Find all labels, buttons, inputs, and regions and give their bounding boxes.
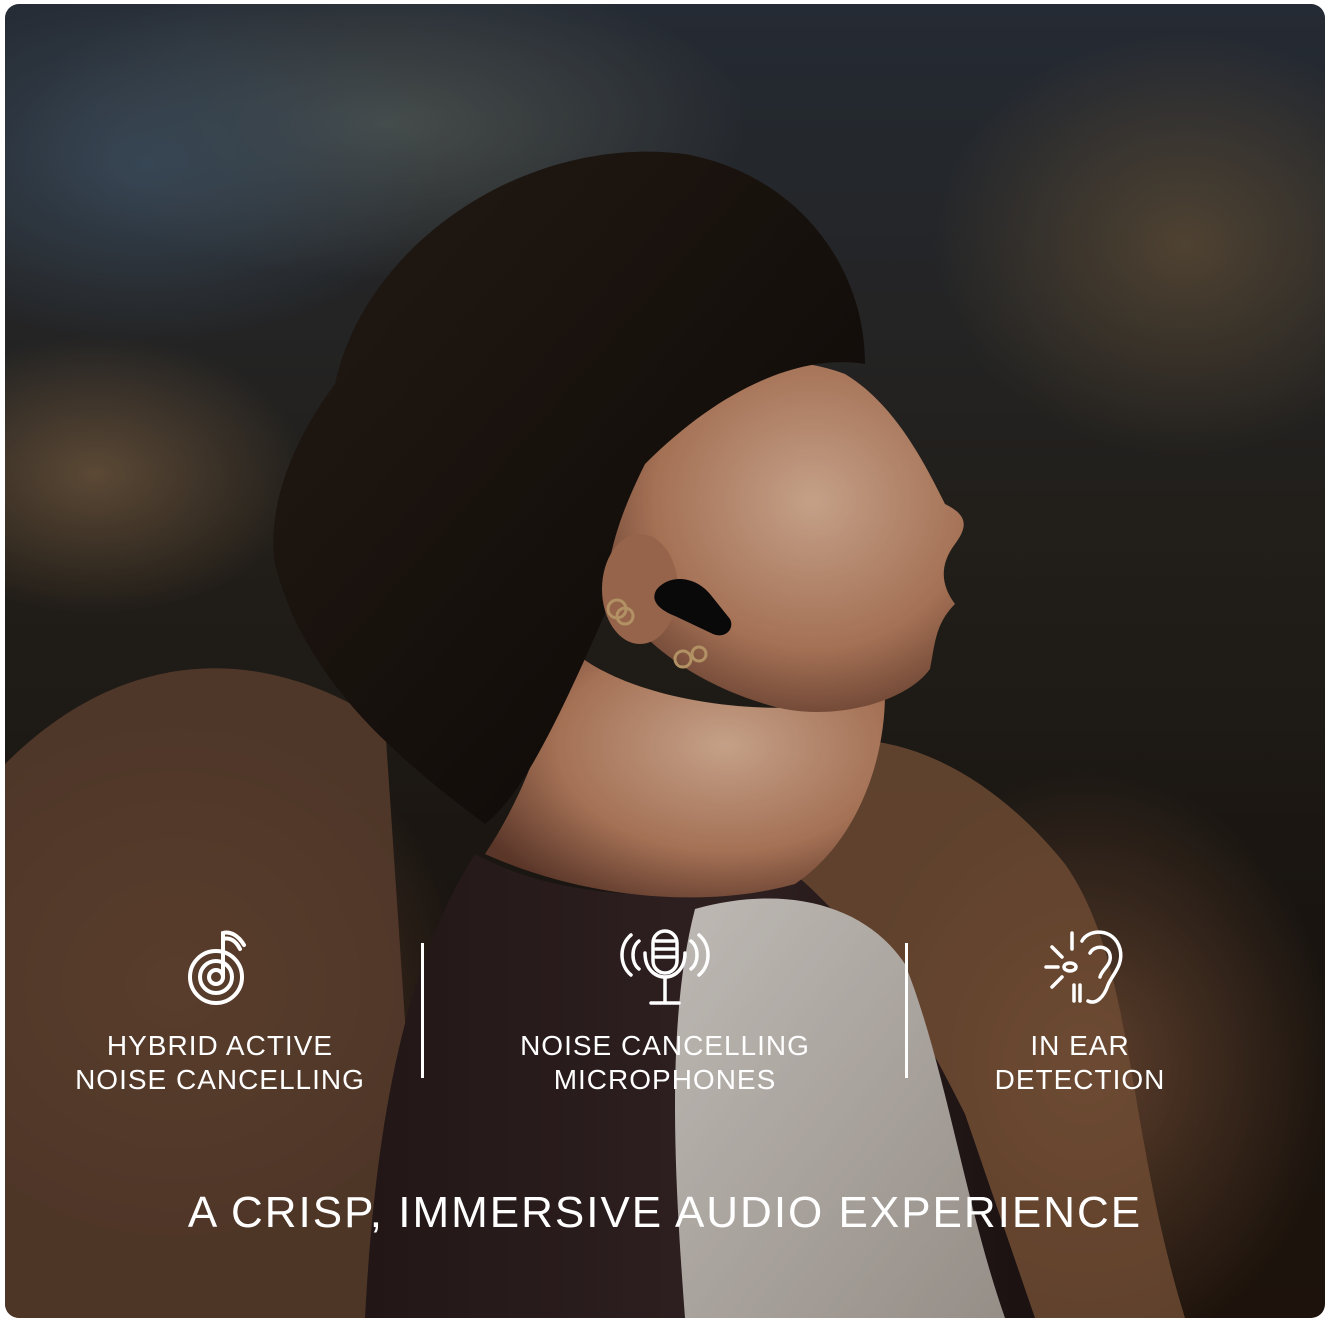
microphone-icon — [615, 919, 715, 1019]
feature-divider — [421, 943, 424, 1078]
feature-row: HYBRID ACTIVE NOISE CANCELLING NOISE CAN… — [5, 919, 1325, 1109]
feature-label-in-ear-detection: IN EAR DETECTION — [994, 1030, 1166, 1095]
headline: A CRISP, IMMERSIVE AUDIO EXPERIENCE — [187, 1188, 1143, 1237]
feature-hybrid-anc: HYBRID ACTIVE NOISE CANCELLING — [30, 919, 410, 1109]
lifestyle-photo — [5, 4, 1325, 1318]
feature-label-noise-mics: NOISE CANCELLING MICROPHONES — [520, 1030, 810, 1095]
feature-in-ear-detection: IN EAR DETECTION — [890, 919, 1270, 1109]
product-image-frame: HYBRID ACTIVE NOISE CANCELLING NOISE CAN… — [5, 4, 1325, 1318]
music-note-icon — [170, 919, 270, 1019]
feature-label-hybrid-anc: HYBRID ACTIVE NOISE CANCELLING — [75, 1030, 365, 1095]
feature-noise-mics: NOISE CANCELLING MICROPHONES — [475, 919, 855, 1109]
ear-detection-icon — [1030, 919, 1130, 1019]
